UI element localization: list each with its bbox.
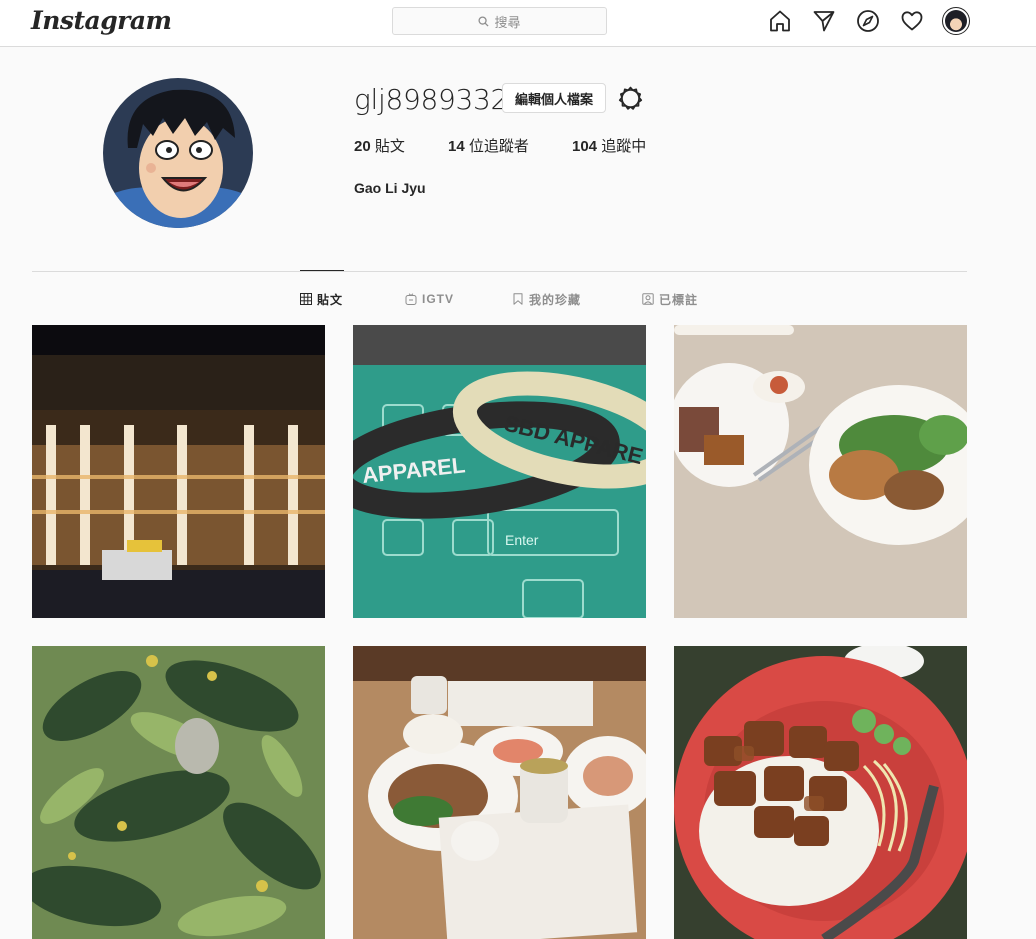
tab-posts[interactable]: 貼文 bbox=[300, 290, 343, 308]
stat-followers[interactable]: 14 位追蹤者 bbox=[448, 138, 529, 156]
post-image-night-building bbox=[32, 325, 325, 618]
profile-full-name: Gao Li Jyu bbox=[354, 180, 426, 196]
top-navigation-bar: Instagram 搜尋 bbox=[0, 0, 1036, 47]
settings-gear-icon[interactable] bbox=[618, 86, 643, 111]
direct-icon[interactable] bbox=[812, 9, 836, 33]
bookmark-icon bbox=[513, 293, 523, 305]
post-image-wristbands-keyboard: APPAREL SBD APPARE Enter bbox=[353, 325, 646, 618]
search-placeholder: 搜尋 bbox=[494, 14, 521, 30]
profile-username: glj8989332 bbox=[354, 83, 509, 116]
tagged-icon bbox=[642, 293, 654, 305]
home-icon[interactable] bbox=[768, 9, 792, 33]
post-thumbnail[interactable] bbox=[674, 646, 967, 939]
stat-posts: 20 貼文 bbox=[354, 138, 405, 155]
post-image-leaves bbox=[32, 646, 325, 939]
tab-saved[interactable]: 我的珍藏 bbox=[512, 290, 581, 308]
search-icon bbox=[478, 15, 490, 27]
post-image-buffet-table bbox=[353, 646, 646, 939]
post-thumbnail[interactable]: APPAREL SBD APPARE Enter bbox=[353, 325, 646, 618]
post-thumbnail[interactable] bbox=[32, 646, 325, 939]
search-input[interactable]: 搜尋 bbox=[392, 7, 607, 35]
explore-icon[interactable] bbox=[856, 9, 880, 33]
svg-text:Enter: Enter bbox=[505, 532, 539, 548]
post-thumbnail[interactable] bbox=[674, 325, 967, 618]
instagram-logo[interactable]: Instagram bbox=[31, 6, 172, 35]
igtv-icon bbox=[405, 293, 417, 305]
profile-avatar[interactable] bbox=[103, 78, 253, 228]
stat-following[interactable]: 104 追蹤中 bbox=[572, 138, 646, 156]
activity-heart-icon[interactable] bbox=[900, 9, 924, 33]
profile-avatar-icon[interactable] bbox=[942, 7, 970, 35]
tabs-divider bbox=[32, 271, 967, 272]
post-thumbnail[interactable] bbox=[32, 325, 325, 618]
grid-icon bbox=[300, 293, 312, 305]
active-tab-indicator bbox=[300, 270, 344, 271]
post-image-braised-pork-rice bbox=[674, 646, 967, 939]
tab-igtv[interactable]: IGTV bbox=[405, 290, 454, 308]
post-thumbnail[interactable] bbox=[353, 646, 646, 939]
edit-profile-button[interactable]: 編輯個人檔案 bbox=[502, 83, 606, 113]
post-image-food-plate bbox=[674, 325, 967, 618]
tab-tagged[interactable]: 已標註 bbox=[642, 290, 698, 308]
